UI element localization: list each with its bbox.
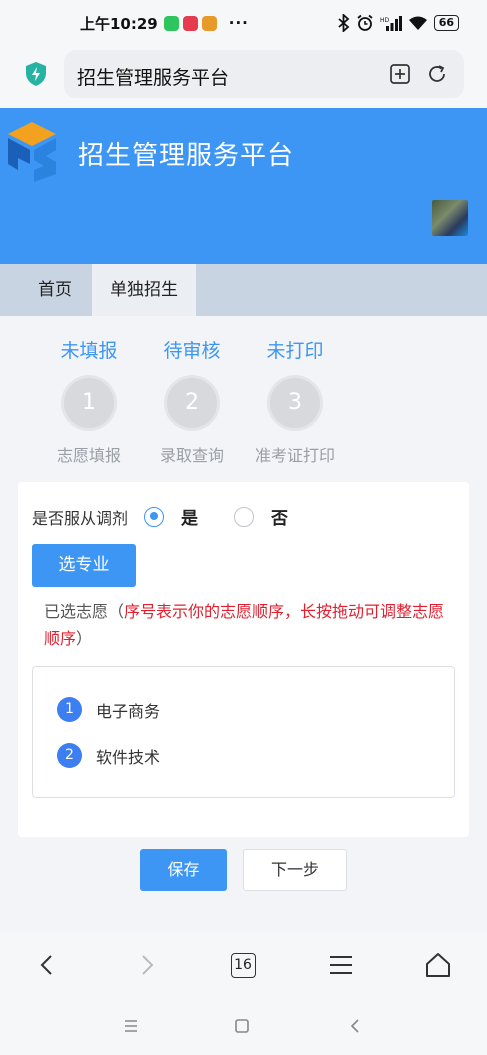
app-notification-icon	[182, 15, 198, 31]
system-back-button[interactable]	[343, 1014, 367, 1038]
system-home-button[interactable]	[230, 1014, 254, 1038]
radio-yes-label[interactable]: 是	[181, 504, 198, 529]
site-title: 招生管理服务平台	[78, 141, 295, 171]
list-item[interactable]: 2 软件技术	[57, 743, 160, 768]
select-major-button[interactable]: 选专业	[32, 544, 136, 587]
list-item[interactable]: 1 电子商务	[57, 697, 160, 722]
status-time: 上午10:29	[80, 14, 158, 33]
choice-order-badge: 1	[57, 697, 82, 722]
security-shield-icon	[26, 62, 46, 86]
tab-count-icon: 16	[230, 952, 256, 978]
browser-toolbar: 16	[0, 932, 487, 998]
system-home-icon	[235, 1019, 249, 1033]
tab-home[interactable]: 首页	[0, 264, 92, 316]
hint-suffix: ）	[76, 629, 93, 648]
browser-address-bar: 招生管理服务平台	[0, 46, 487, 108]
status-bar: 上午10:29 ··· HD 66	[0, 0, 487, 46]
obey-adjustment-label: 是否服从调剂	[32, 508, 129, 528]
game-notification-icon	[201, 15, 217, 31]
choice-major-name: 电子商务	[96, 701, 161, 721]
volunteer-form-card: 是否服从调剂 是 否 选专业 已选志愿（序号表示你的志愿顺序，长按拖动可调整志愿…	[18, 482, 469, 837]
choice-order-badge: 2	[57, 743, 82, 768]
system-back-icon	[350, 1019, 359, 1033]
alarm-icon	[357, 14, 373, 31]
step-volunteer-filling: 未填报 1 志愿填报	[34, 336, 144, 466]
tabs-button[interactable]: 16	[226, 948, 260, 982]
more-notifications-icon: ···	[228, 14, 249, 32]
nav-tabs: 首页 单独招生	[0, 264, 487, 316]
signal-icon: HD	[380, 16, 402, 31]
next-step-button[interactable]: 下一步	[243, 849, 347, 891]
progress-steps: 未填报 1 志愿填报 待审核 2 录取查询 未打印 3 准考证打印	[34, 336, 364, 466]
home-icon	[426, 953, 450, 977]
url-title: 招生管理服务平台	[77, 67, 230, 89]
battery-icon: 66	[433, 15, 459, 31]
site-logo-icon	[8, 122, 56, 182]
recent-apps-icon	[125, 1020, 137, 1032]
save-button[interactable]: 保存	[140, 849, 227, 891]
step-admission-ticket-print: 未打印 3 准考证打印	[240, 336, 350, 466]
choice-major-name: 软件技术	[96, 747, 161, 767]
home-button[interactable]	[421, 948, 455, 982]
step-admission-query: 待审核 2 录取查询	[137, 336, 247, 466]
forward-arrow-icon	[142, 955, 154, 975]
back-arrow-icon	[40, 955, 52, 975]
bluetooth-icon	[338, 14, 350, 32]
step-status: 未填报	[60, 340, 118, 362]
radio-yes[interactable]	[144, 506, 165, 527]
tab-independent-enrollment[interactable]: 单独招生	[92, 264, 196, 316]
menu-button[interactable]	[324, 948, 358, 982]
forward-button[interactable]	[130, 948, 164, 982]
refresh-icon[interactable]	[426, 63, 448, 85]
radio-no[interactable]	[234, 506, 255, 527]
radio-no-label[interactable]: 否	[271, 504, 288, 529]
wifi-icon	[408, 16, 427, 30]
step-status: 未打印	[266, 340, 324, 362]
back-button[interactable]	[30, 948, 64, 982]
step-label: 志愿填报	[56, 446, 121, 465]
obey-adjustment-row: 是否服从调剂 是 否	[32, 504, 288, 529]
user-avatar[interactable]	[432, 200, 468, 236]
add-bookmark-icon[interactable]	[389, 63, 411, 85]
wechat-notification-icon	[163, 15, 179, 31]
recent-apps-button[interactable]	[119, 1014, 143, 1038]
step-number: 1	[64, 378, 114, 428]
site-header: 招生管理服务平台	[0, 108, 487, 264]
selected-majors-list: 1 电子商务 2 软件技术	[32, 666, 455, 798]
hint-prefix: 已选志愿（	[44, 602, 125, 621]
system-navigation-bar	[0, 998, 487, 1055]
step-label: 准考证打印	[254, 446, 335, 465]
hamburger-menu-icon	[330, 956, 352, 974]
step-number: 2	[167, 378, 217, 428]
selected-volunteer-hint: 已选志愿（序号表示你的志愿顺序，长按拖动可调整志愿顺序）	[44, 598, 454, 652]
url-field[interactable]: 招生管理服务平台	[64, 50, 464, 98]
step-label: 录取查询	[159, 446, 224, 465]
step-number: 3	[270, 378, 320, 428]
svg-text:HD: HD	[380, 17, 390, 24]
step-status: 待审核	[163, 340, 221, 362]
